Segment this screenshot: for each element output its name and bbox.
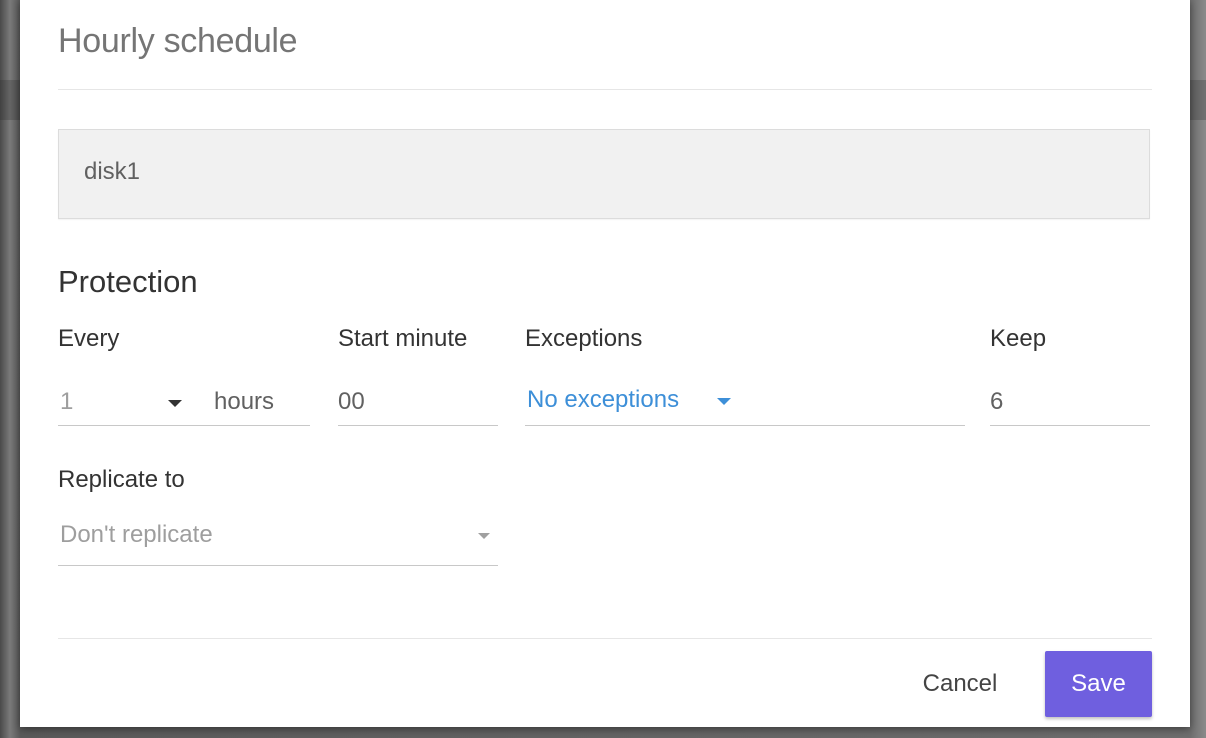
keep-label: Keep [990,325,1047,352]
every-value: 1 [60,388,74,415]
keep-value: 6 [990,388,1004,415]
every-field: 1 hours [58,381,310,426]
exceptions-field: No exceptions [525,381,965,426]
replicate-value: Don't replicate [60,521,213,548]
cancel-button[interactable]: Cancel [898,652,1022,716]
disk-info-box: disk1 [58,129,1150,219]
replicate-label: Replicate to [58,466,185,493]
dialog-title: Hourly schedule [58,22,298,60]
every-select[interactable]: 1 [58,381,198,425]
exceptions-value: No exceptions [527,386,680,413]
exceptions-dropdown[interactable]: No exceptions [525,381,755,425]
every-unit: hours [214,388,275,415]
every-label: Every [58,325,120,352]
disk-name: disk1 [84,158,141,185]
start-minute-field[interactable]: 00 [338,381,498,426]
protection-section-title: Protection [58,264,198,299]
keep-field[interactable]: 6 [990,381,1150,426]
title-divider [58,89,1152,90]
start-minute-label: Start minute [338,325,468,352]
chevron-down-icon [478,533,490,539]
save-button[interactable]: Save [1045,651,1152,717]
chevron-down-icon [717,398,731,405]
exceptions-label: Exceptions [525,325,643,352]
start-minute-value: 00 [338,388,365,415]
replicate-select[interactable]: Don't replicate [58,521,498,566]
hourly-schedule-dialog: Hourly schedule disk1 Protection Every 1… [20,0,1190,727]
chevron-down-icon [168,400,182,407]
footer-divider [58,638,1152,639]
